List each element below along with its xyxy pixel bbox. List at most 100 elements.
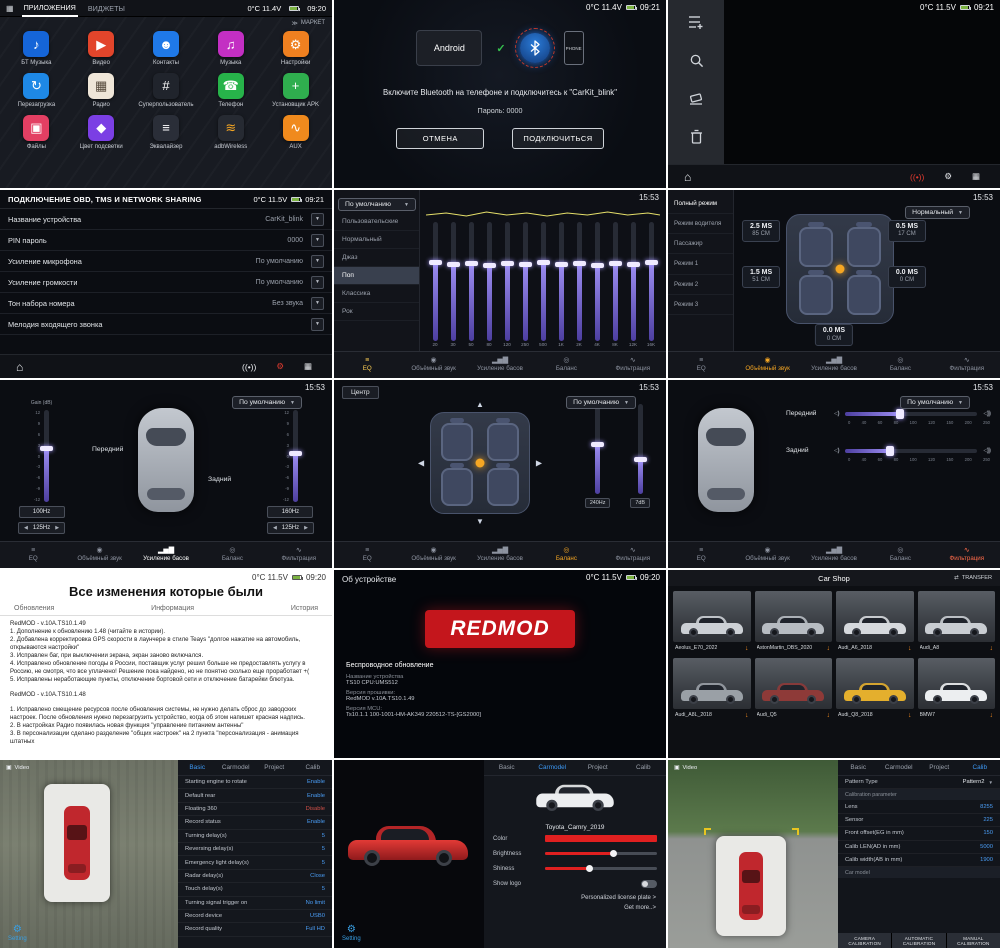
seat-rear-right[interactable] bbox=[847, 275, 881, 315]
setting-button[interactable]: ⚙ Setting bbox=[342, 925, 361, 942]
download-icon[interactable]: ↓ bbox=[908, 712, 912, 719]
preset-item[interactable]: Джаз bbox=[334, 249, 419, 267]
app-shortcut[interactable]: ▦ Радио bbox=[69, 73, 134, 109]
seat-rear-left[interactable] bbox=[441, 468, 473, 506]
home-icon[interactable]: ⌂ bbox=[16, 361, 23, 373]
balance-slider[interactable]: 7dB bbox=[630, 404, 650, 508]
show-logo-toggle[interactable] bbox=[641, 880, 657, 888]
calibration-tab[interactable]: Project bbox=[575, 764, 621, 771]
search-icon[interactable] bbox=[683, 48, 709, 72]
settings-row[interactable]: Reversing delay(s) 5 bbox=[178, 843, 332, 856]
trash-icon[interactable] bbox=[683, 124, 709, 148]
audio-tab[interactable]: ◉ Объёмный звук bbox=[66, 542, 132, 568]
apps-grid-icon[interactable]: ▦ bbox=[6, 4, 14, 13]
tab-apps[interactable]: ПРИЛОЖЕНИЯ bbox=[22, 0, 78, 17]
eq-band-slider[interactable]: 4K bbox=[588, 222, 606, 348]
dropdown-caret-icon[interactable]: ▼ bbox=[311, 318, 324, 331]
rear-filter-slider[interactable] bbox=[845, 449, 978, 453]
default-dropdown[interactable]: По умолчанию ▼ bbox=[900, 396, 970, 409]
preset-item[interactable]: Нормальный bbox=[334, 231, 419, 249]
app-shortcut[interactable]: ≡ Эквалайзер bbox=[134, 115, 199, 151]
ota-section-label[interactable]: Беспроводное обновление bbox=[346, 662, 481, 669]
car-card[interactable]: AstonMartin_DBS_2020 ↓ bbox=[755, 591, 833, 654]
settings-row[interactable]: Тон набора номера Без звука ▼ bbox=[0, 293, 332, 314]
download-icon[interactable]: ↓ bbox=[827, 645, 831, 652]
front-gain-slider[interactable] bbox=[44, 410, 49, 502]
app-shortcut[interactable]: ♫ Музыка bbox=[198, 31, 263, 67]
default-dropdown[interactable]: По умолчанию ▼ bbox=[232, 396, 302, 409]
brightness-slider[interactable] bbox=[545, 852, 657, 855]
settings-row[interactable]: Усиление громкости По умолчанию ▼ bbox=[0, 272, 332, 293]
eq-band-slider[interactable]: 2K bbox=[570, 222, 588, 348]
app-shortcut[interactable]: + Установщик APK bbox=[263, 73, 328, 109]
dropdown-caret-icon[interactable]: ▼ bbox=[311, 297, 324, 310]
car-card[interactable]: Audi_A8L_2018 ↓ bbox=[673, 658, 751, 721]
audio-tab[interactable]: ∿ Фильтрация bbox=[266, 542, 332, 568]
color-picker-bar[interactable] bbox=[545, 835, 657, 842]
dropdown-caret-icon[interactable]: ▼ bbox=[311, 213, 324, 226]
settings-row[interactable]: Default rear Enable bbox=[178, 789, 332, 802]
seat-rear-right[interactable] bbox=[487, 468, 519, 506]
mode-item[interactable]: Режим 1 bbox=[668, 254, 733, 274]
eq-band-slider[interactable]: 20 bbox=[426, 222, 444, 348]
front-freq-stepper[interactable]: ◀ 125Hz ▶ bbox=[18, 522, 65, 534]
calibration-button[interactable]: MANUAL CALIBRATION bbox=[947, 933, 1000, 948]
download-icon[interactable]: ↓ bbox=[827, 712, 831, 719]
settings-row[interactable]: Starting engine to rotate Enable bbox=[178, 776, 332, 789]
settings-row[interactable]: Touch delay(s) 5 bbox=[178, 883, 332, 896]
seat-front-right[interactable] bbox=[487, 423, 519, 461]
setting-button[interactable]: ⚙ Setting bbox=[8, 925, 27, 942]
preset-item[interactable]: Рок bbox=[334, 303, 419, 321]
settings-row[interactable]: Floating 360 Disable bbox=[178, 803, 332, 816]
gear-icon[interactable]: ⚙ bbox=[944, 171, 952, 182]
settings-row[interactable]: PIN пароль 0000 ▼ bbox=[0, 230, 332, 251]
mode-item[interactable]: Режим 2 bbox=[668, 275, 733, 295]
car-card[interactable]: Audi_A6_2018 ↓ bbox=[836, 591, 914, 654]
seat-rear-left[interactable] bbox=[799, 275, 833, 315]
audio-tab[interactable]: ◉ Объёмный звук bbox=[734, 542, 800, 568]
eq-band-slider[interactable]: 16K bbox=[642, 222, 660, 348]
settings-row[interactable]: Усиление микрофона По умолчанию ▼ bbox=[0, 251, 332, 272]
calibration-tab[interactable]: Calib bbox=[294, 764, 333, 771]
settings-row[interactable]: Название устройства CarKit_blink ▼ bbox=[0, 209, 332, 230]
eraser-icon[interactable] bbox=[683, 86, 709, 110]
car-card[interactable]: Audi_A8 ↓ bbox=[918, 591, 996, 654]
eq-band-slider[interactable]: 250 bbox=[516, 222, 534, 348]
app-shortcut[interactable]: ∿ AUX bbox=[263, 115, 328, 151]
settings-row[interactable]: Record quality Full HD bbox=[178, 923, 332, 936]
car-card[interactable]: Audi_Q8_2018 ↓ bbox=[836, 658, 914, 721]
car-model-preview[interactable] bbox=[484, 776, 666, 822]
preset-item[interactable]: Поп bbox=[334, 267, 419, 285]
audio-tab[interactable]: ▂▅▇ Усиление басов bbox=[801, 352, 867, 378]
eq-band-slider[interactable]: 80 bbox=[480, 222, 498, 348]
grid-icon[interactable]: ▦ bbox=[972, 171, 980, 182]
calibration-tab[interactable]: Carmodel bbox=[879, 764, 920, 771]
audio-tab[interactable]: ◉ Объёмный звук bbox=[400, 542, 466, 568]
gear-icon[interactable]: ⚙ bbox=[276, 361, 284, 372]
audio-tab[interactable]: ▂▅▇ Усиление басов bbox=[467, 352, 533, 378]
app-shortcut[interactable]: ▶ Видео bbox=[69, 31, 134, 67]
pattern-type-row[interactable]: Pattern Type Pattern2 ▼ bbox=[838, 776, 1000, 789]
mode-item[interactable]: Режим 3 bbox=[668, 295, 733, 315]
settings-row[interactable]: Мелодия входящего звонка ▼ bbox=[0, 314, 332, 335]
app-shortcut[interactable]: ≋ adbWireless bbox=[198, 115, 263, 151]
eq-band-slider[interactable]: 1K bbox=[552, 222, 570, 348]
mode-item[interactable]: Пассажир bbox=[668, 234, 733, 254]
audio-tab[interactable]: ◎ Баланс bbox=[199, 542, 265, 568]
tab-history[interactable]: История bbox=[291, 605, 318, 612]
calibration-tab[interactable]: Carmodel bbox=[217, 764, 256, 771]
rear-gain-slider[interactable] bbox=[293, 410, 298, 502]
dropdown-caret-icon[interactable]: ▼ bbox=[311, 255, 324, 268]
download-icon[interactable]: ↓ bbox=[990, 645, 994, 652]
app-shortcut[interactable]: ⚙ Настройки bbox=[263, 31, 328, 67]
settings-row[interactable]: Record device USB0 bbox=[178, 910, 332, 923]
preset-item[interactable]: Пользовательские bbox=[334, 213, 419, 231]
download-icon[interactable]: ↓ bbox=[908, 645, 912, 652]
app-shortcut[interactable]: ☎ Телефон bbox=[198, 73, 263, 109]
mode-item[interactable]: Режим водителя bbox=[668, 214, 733, 234]
settings-row[interactable]: Turning signal trigger on No limit bbox=[178, 897, 332, 910]
audio-tab[interactable]: ∿ Фильтрация bbox=[600, 542, 666, 568]
arrow-up-icon[interactable]: ▲ bbox=[476, 400, 484, 409]
app-shortcut[interactable]: # Суперпользователь bbox=[134, 73, 199, 109]
settings-row[interactable]: Emergency light delay(s) 5 bbox=[178, 856, 332, 869]
